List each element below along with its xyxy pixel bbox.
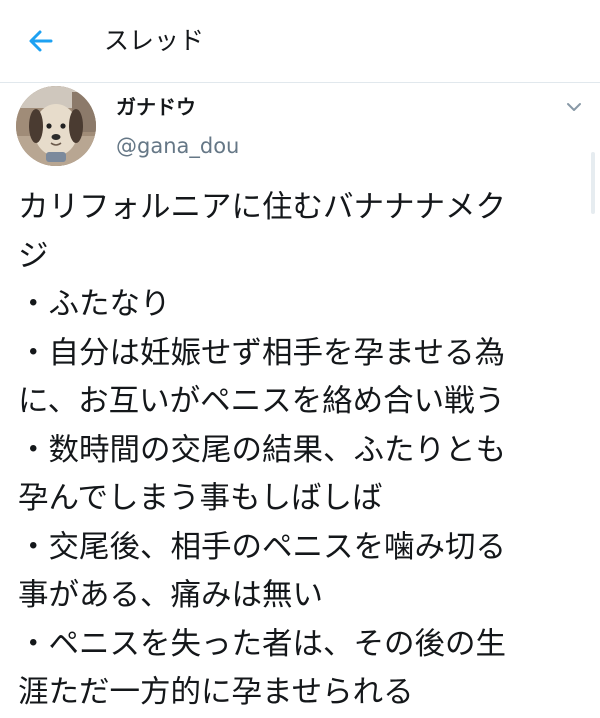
chevron-down-icon[interactable] — [563, 96, 585, 118]
tweet-line: 孕んでしまう事もしばしば — [18, 481, 383, 516]
tweet-line: ジ — [18, 238, 49, 274]
tweet-text: カリフォルニアに住むバナナナメク ジ ・ふたなり ・自分は妊娠せず相手を孕ませる… — [18, 184, 588, 718]
dog-mask-avatar-icon — [16, 86, 96, 166]
scroll-indicator — [591, 152, 595, 214]
top-bar: スレッド — [0, 0, 600, 83]
avatar[interactable] — [16, 86, 96, 166]
arrow-left-icon[interactable] — [24, 24, 58, 58]
tweet-line: に、お互いがペニスを絡め合い戦う — [18, 384, 506, 419]
tweet-line: カリフォルニアに住むバナナナメク — [18, 190, 506, 225]
tweet-line: 涯ただ一方的に孕ませられる — [18, 675, 414, 710]
tweet-line: 事がある、痛みは無い — [18, 578, 323, 613]
tweet-line: ・ふたなり — [18, 287, 171, 322]
tweet-line: ・ペニスを失った者は、その後の生 — [18, 626, 506, 662]
author-name[interactable]: ガナドウ — [116, 94, 196, 120]
tweet-line: ・交尾後、相手のペニスを噛み切る — [18, 529, 506, 565]
tweet-line: ・自分は妊娠せず相手を孕ませる為 — [18, 335, 506, 371]
page-title: スレッド — [104, 26, 205, 55]
author-handle[interactable]: @gana_dou — [116, 132, 239, 160]
tweet-line: ・数時間の交尾の結果、ふたりとも — [18, 432, 506, 468]
